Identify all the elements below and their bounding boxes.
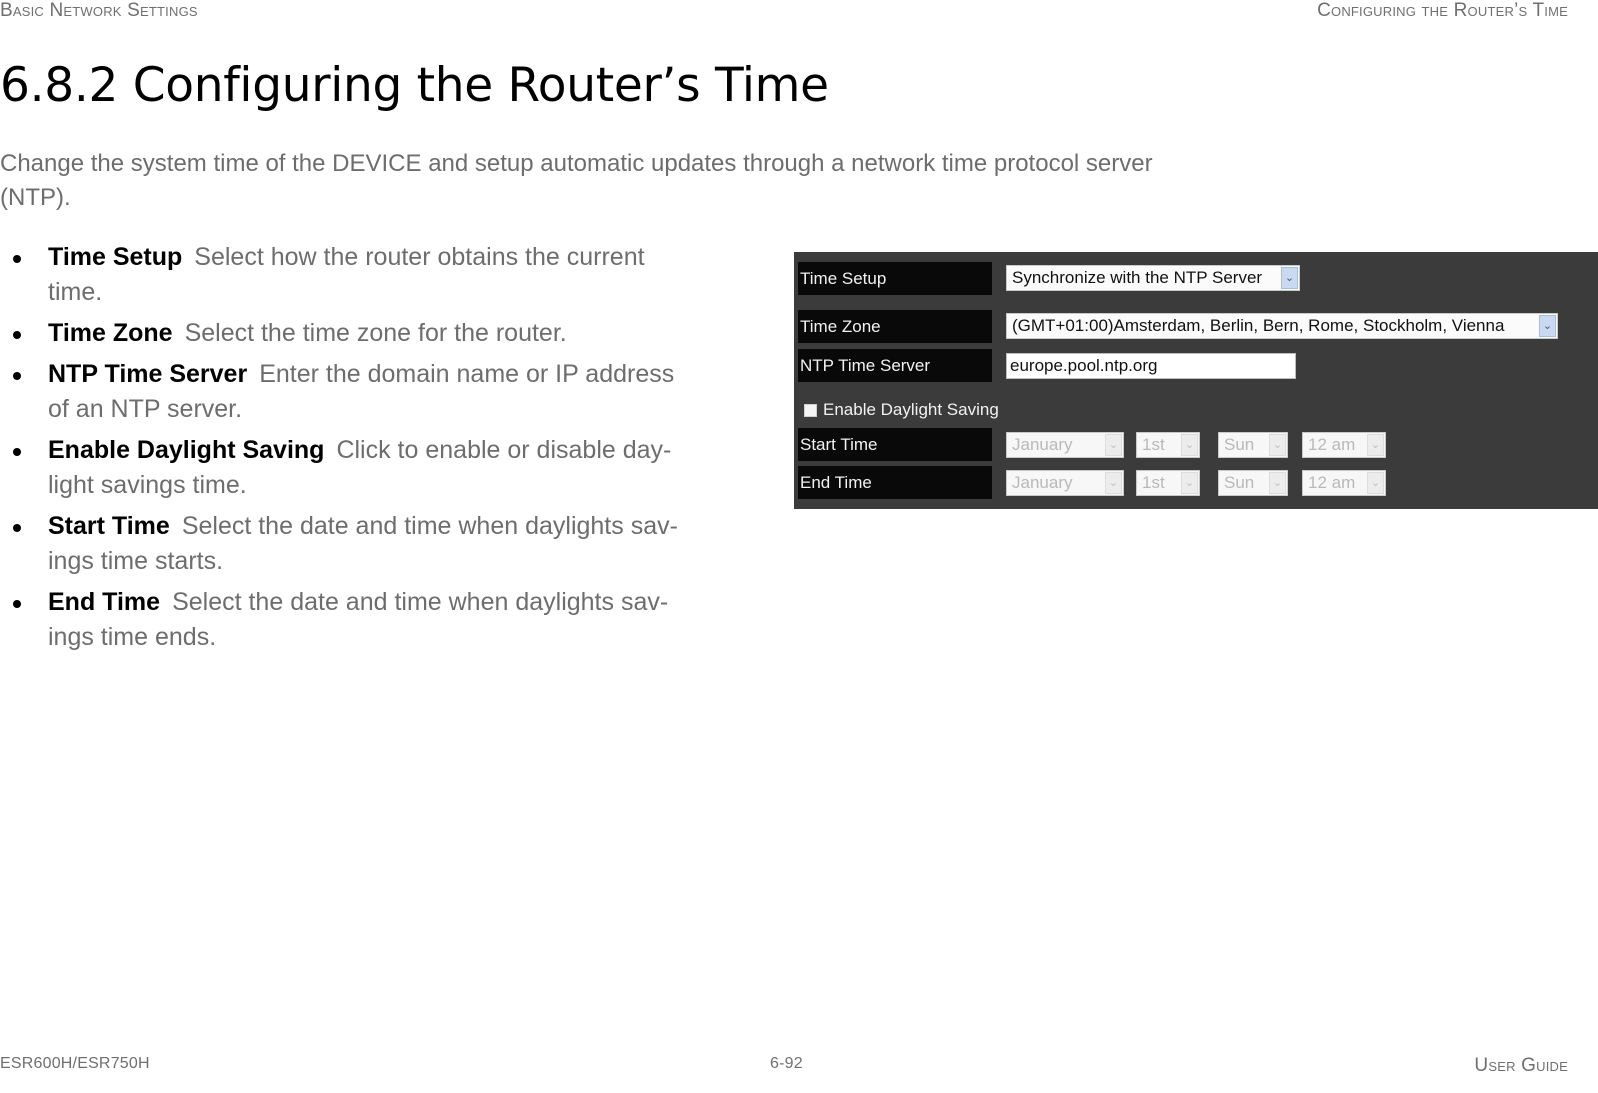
intro-paragraph: Change the system time of the DEVICE and… xyxy=(0,147,1400,215)
time-setup-value: Synchronize with the NTP Server xyxy=(1012,268,1263,287)
description-continued: light savings time. xyxy=(48,471,247,499)
term: End Time xyxy=(48,588,161,616)
start-hour-value: 12 am xyxy=(1308,435,1356,454)
start-week-value: 1st xyxy=(1142,435,1165,454)
time-zone-label: Time Zone xyxy=(798,310,992,343)
end-week-value: 1st xyxy=(1142,473,1165,492)
list-item-ntp-time-server: NTP Time Server Enter the domain name or … xyxy=(0,357,780,427)
term: NTP Time Server xyxy=(48,360,248,388)
chevron-down-icon[interactable]: ⌄ xyxy=(1181,472,1198,494)
bullet-icon xyxy=(13,255,21,263)
end-hour-value: 12 am xyxy=(1308,473,1356,492)
list-item-time-setup: Time Setup Select how the router obtains … xyxy=(0,240,780,310)
time-zone-value: (GMT+01:00)Amsterdam, Berlin, Bern, Rome… xyxy=(1012,316,1505,335)
chevron-down-icon[interactable]: ⌄ xyxy=(1181,434,1198,456)
end-time-label: End Time xyxy=(798,466,992,499)
settings-description-list: Time Setup Select how the router obtains … xyxy=(0,240,780,661)
bullet-icon xyxy=(13,524,21,532)
chevron-down-icon[interactable]: ⌄ xyxy=(1105,472,1122,494)
page-title: 6.8.2 Configuring the Router’s Time xyxy=(0,58,829,113)
chevron-down-icon[interactable]: ⌄ xyxy=(1539,315,1556,337)
bullet-icon xyxy=(13,372,21,380)
bullet-icon xyxy=(13,331,21,339)
term: Start Time xyxy=(48,512,170,540)
end-day-value: Sun xyxy=(1224,473,1255,492)
start-week-select[interactable]: 1st ⌄ xyxy=(1136,432,1200,458)
daylight-saving-row[interactable]: Enable Daylight Saving xyxy=(804,400,999,420)
chevron-down-icon[interactable]: ⌄ xyxy=(1269,434,1286,456)
list-item-enable-daylight-saving: Enable Daylight Saving Click to enable or… xyxy=(0,433,780,503)
end-month-select[interactable]: January ⌄ xyxy=(1006,470,1124,496)
time-setup-label: Time Setup xyxy=(798,262,992,295)
end-day-select[interactable]: Sun ⌄ xyxy=(1218,470,1288,496)
description: Select the time zone for the router. xyxy=(184,319,567,347)
list-item-end-time: End Time Select the date and time when da… xyxy=(0,585,780,655)
time-setup-select[interactable]: Synchronize with the NTP Server ⌄ xyxy=(1006,265,1300,291)
daylight-saving-label: Enable Daylight Saving xyxy=(823,400,999,419)
description: Select how the router obtains the curren… xyxy=(194,243,645,271)
running-header-topic: Configuring the Router’s Time xyxy=(1317,0,1568,21)
time-zone-select[interactable]: (GMT+01:00)Amsterdam, Berlin, Bern, Rome… xyxy=(1006,313,1558,339)
footer-model: ESR600H/ESR750H xyxy=(0,1055,150,1072)
running-header-section: Basic Network Settings xyxy=(0,0,198,21)
chevron-down-icon[interactable]: ⌄ xyxy=(1269,472,1286,494)
start-month-value: January xyxy=(1012,435,1073,454)
end-hour-select[interactable]: 12 am ⌄ xyxy=(1302,470,1386,496)
ntp-time-server-label: NTP Time Server xyxy=(798,349,992,382)
description: Select the date and time when daylights … xyxy=(181,512,678,540)
start-time-label: Start Time xyxy=(798,428,992,461)
description: Enter the domain name or IP address xyxy=(259,360,675,388)
description: Click to enable or disable day- xyxy=(336,436,672,464)
bullet-icon xyxy=(13,600,21,608)
chevron-down-icon[interactable]: ⌄ xyxy=(1367,472,1384,494)
term: Enable Daylight Saving xyxy=(48,436,325,464)
chevron-down-icon[interactable]: ⌄ xyxy=(1105,434,1122,456)
list-item-time-zone: Time Zone Select the time zone for the ro… xyxy=(0,316,780,351)
daylight-saving-checkbox[interactable] xyxy=(804,403,817,417)
list-item-start-time: Start Time Select the date and time when … xyxy=(0,509,780,579)
intro-line-1: Change the system time of the DEVICE and… xyxy=(0,150,1153,177)
term: Time Zone xyxy=(48,319,173,347)
intro-line-2: (NTP). xyxy=(0,184,71,211)
end-month-value: January xyxy=(1012,473,1073,492)
bullet-icon xyxy=(13,448,21,456)
start-day-select[interactable]: Sun ⌄ xyxy=(1218,432,1288,458)
end-week-select[interactable]: 1st ⌄ xyxy=(1136,470,1200,496)
footer-document-type: User Guide xyxy=(1474,1055,1568,1076)
term: Time Setup xyxy=(48,243,183,271)
page-number: 6-92 xyxy=(770,1055,803,1072)
description-continued: of an NTP server. xyxy=(48,395,243,423)
description-continued: ings time starts. xyxy=(48,547,224,575)
description-continued: ings time ends. xyxy=(48,623,217,651)
description-continued: time. xyxy=(48,278,103,306)
start-hour-select[interactable]: 12 am ⌄ xyxy=(1302,432,1386,458)
chevron-down-icon[interactable]: ⌄ xyxy=(1367,434,1384,456)
start-day-value: Sun xyxy=(1224,435,1255,454)
ntp-time-server-input[interactable] xyxy=(1006,353,1296,379)
chevron-down-icon[interactable]: ⌄ xyxy=(1281,267,1298,289)
description: Select the date and time when daylights … xyxy=(172,588,669,616)
start-month-select[interactable]: January ⌄ xyxy=(1006,432,1124,458)
router-time-settings-screenshot: Time Setup Synchronize with the NTP Serv… xyxy=(794,252,1598,509)
